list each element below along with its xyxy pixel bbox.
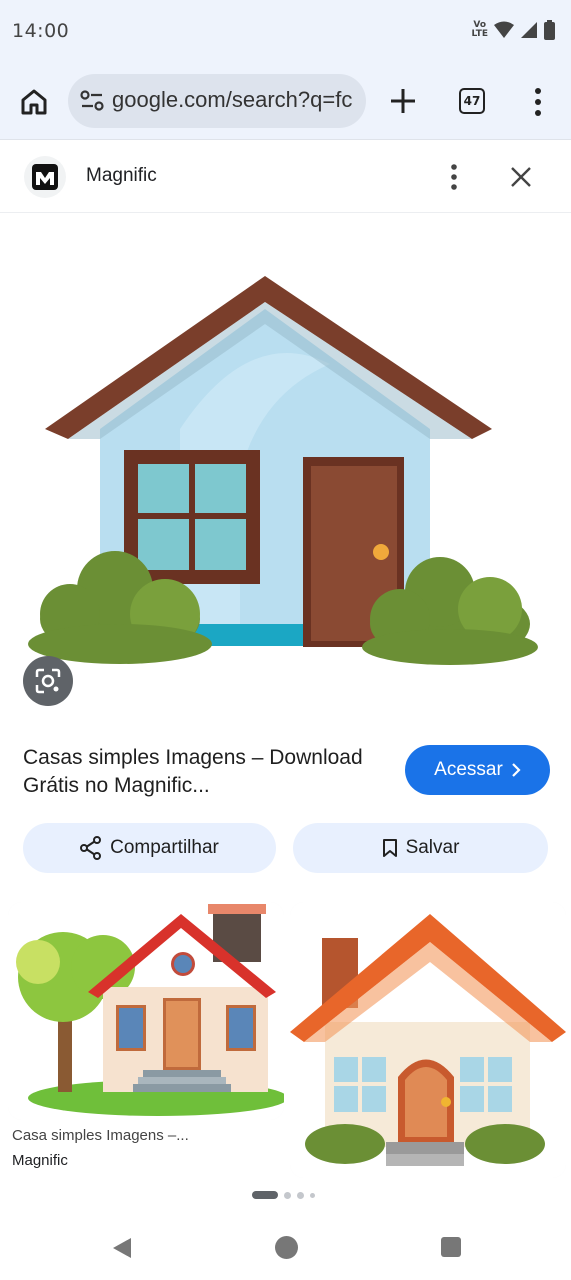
home-nav-icon[interactable] bbox=[275, 1236, 298, 1259]
system-nav-bar bbox=[0, 1214, 571, 1280]
share-icon bbox=[80, 836, 102, 860]
close-icon[interactable] bbox=[509, 165, 533, 189]
related-house-image bbox=[290, 902, 566, 1178]
volte-icon: Vo LTE bbox=[471, 21, 488, 39]
related-source: Magnific bbox=[12, 1152, 68, 1169]
status-bar: 14:00 Vo LTE bbox=[0, 0, 571, 62]
visit-label: Acessar bbox=[434, 759, 503, 780]
site-settings-icon[interactable] bbox=[80, 90, 104, 112]
signal-icon bbox=[521, 22, 537, 38]
share-button[interactable]: Compartilhar bbox=[23, 823, 276, 873]
visit-button[interactable]: Acessar bbox=[405, 745, 550, 795]
lens-icon bbox=[35, 668, 61, 694]
carousel-dot bbox=[310, 1192, 315, 1198]
related-image-card[interactable] bbox=[8, 902, 284, 1120]
battery-icon bbox=[544, 20, 555, 40]
browser-toolbar: google.com/search?q=fc 47 bbox=[0, 62, 571, 140]
wifi-icon bbox=[494, 21, 514, 38]
related-title[interactable]: Casa simples Imagens –... bbox=[12, 1127, 272, 1144]
save-button[interactable]: Salvar bbox=[293, 823, 548, 873]
tab-switcher-button[interactable]: 47 bbox=[459, 88, 485, 114]
visual-search-button[interactable] bbox=[23, 656, 73, 706]
status-icons: Vo LTE bbox=[471, 20, 555, 40]
site-name[interactable]: Magnific bbox=[86, 165, 157, 187]
home-icon[interactable] bbox=[18, 86, 50, 118]
magnific-logo-icon bbox=[32, 164, 58, 190]
status-time: 14:00 bbox=[12, 20, 70, 42]
main-house-image[interactable] bbox=[0, 214, 571, 714]
result-title[interactable]: Casas simples Imagens – Download Grátis … bbox=[23, 744, 393, 800]
share-label: Compartilhar bbox=[110, 837, 219, 858]
url-bar[interactable]: google.com/search?q=fc bbox=[68, 74, 366, 128]
related-house-image bbox=[8, 902, 284, 1120]
site-logo[interactable] bbox=[24, 156, 66, 198]
image-panel-header: Magnific bbox=[0, 141, 571, 213]
more-options-icon[interactable] bbox=[528, 86, 548, 118]
carousel-dot bbox=[297, 1191, 304, 1199]
new-tab-icon[interactable] bbox=[388, 86, 418, 116]
volte-bottom-text: LTE bbox=[471, 29, 488, 39]
bookmark-icon bbox=[382, 839, 397, 857]
back-icon[interactable] bbox=[110, 1236, 134, 1260]
save-label: Salvar bbox=[405, 837, 460, 858]
related-image-card[interactable] bbox=[290, 902, 566, 1178]
url-text[interactable]: google.com/search?q=fc bbox=[112, 87, 352, 113]
recents-icon[interactable] bbox=[441, 1237, 461, 1257]
carousel-dot bbox=[284, 1191, 291, 1199]
carousel-dots bbox=[252, 1191, 315, 1199]
carousel-dot-active bbox=[252, 1191, 278, 1199]
panel-more-icon[interactable] bbox=[446, 163, 462, 191]
chevron-right-icon bbox=[512, 763, 521, 777]
